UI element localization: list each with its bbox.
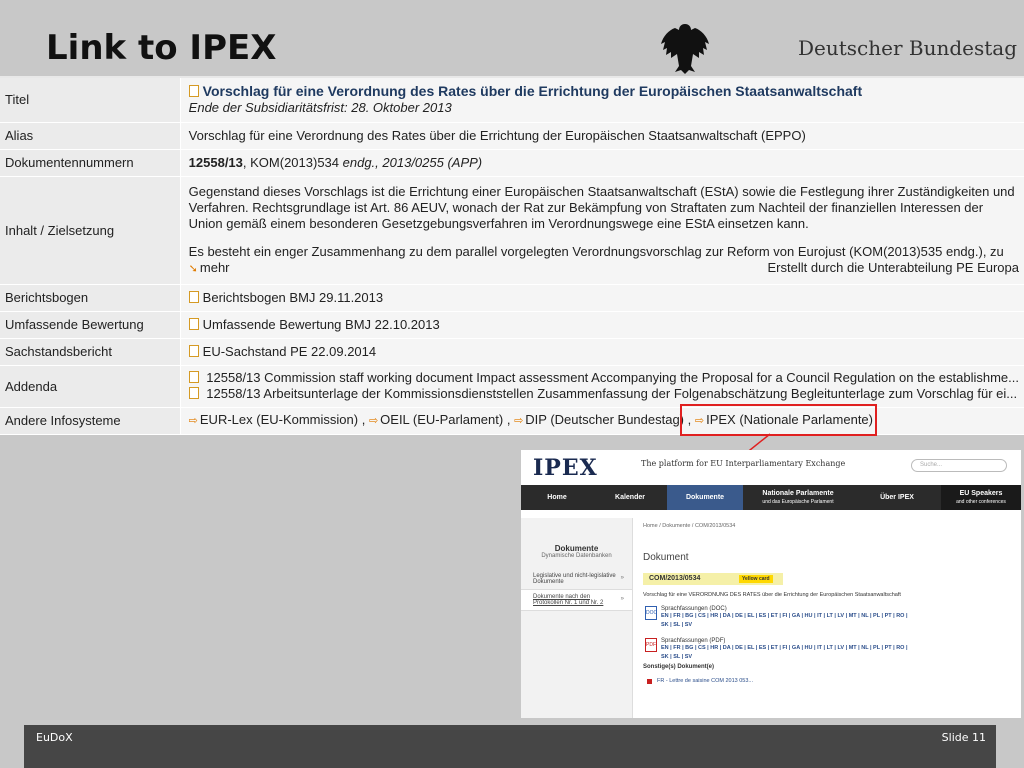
sidebar-item-legislative[interactable]: Legislative und nicht-legislative Dokume… [521,569,632,590]
ipex-screenshot: IPEX The platform for EU Interparliament… [521,450,1021,718]
organization-name: Deutscher Bundestag [798,36,1018,60]
row-label: Sachstandsbericht [0,338,181,366]
ipex-nav-speakers[interactable]: EU Speakers and other conferences [941,485,1021,510]
status-report-link[interactable]: EU-Sachstand PE 22.09.2014 [203,344,376,359]
addendum-link[interactable]: 12558/13 Commission staff working docume… [206,370,1019,385]
federal-eagle-icon [661,24,709,74]
chevron-right-icon: » [620,596,624,602]
footer-left: EuDoX [36,731,73,744]
table-row: Alias Vorschlag für eine Verordnung des … [0,122,1024,150]
content-paragraph: Gegenstand dieses Vorschlags ist die Err… [188,183,1015,231]
row-label: Inhalt / Zielsetzung [0,176,181,285]
created-by: Erstellt durch die Unterabteilung PE Eur… [767,259,1019,275]
slide-number: Slide 11 [941,731,986,744]
arrow-right-icon: ➘ [188,262,198,275]
ipex-nav-parliaments[interactable]: Nationale Parlamente und das Europäische … [743,485,853,510]
ipex-main: Home / Dokumente / COM/2013/0534 Dokumen… [643,518,1013,718]
referral-letter-link[interactable]: FR - Lettre de saisine COM 2013 053... [643,678,1013,684]
row-label: Titel [0,78,181,123]
table-row: Dokumentennummern 12558/13, KOM(2013)534… [0,149,1024,177]
external-link-icon: ⇨ [514,415,524,427]
table-row: Umfassende Bewertung Umfassende Bewertun… [0,311,1024,339]
ipex-nav-home[interactable]: Home [521,485,593,510]
alias-value: Vorschlag für eine Verordnung des Rates … [180,122,1024,150]
language-links[interactable]: SK | SL | SV [661,621,1013,630]
word-file-icon: DOC [645,606,657,620]
document-title-link[interactable]: Vorschlag für eine Verordnung des Rates … [203,83,862,99]
assessment-link[interactable]: Umfassende Bewertung BMJ 22.10.2013 [203,317,440,332]
dip-link[interactable]: DIP (Deutscher Bundestag) [525,412,684,427]
document-icon [188,85,199,98]
pdf-versions: PDF Sprachfassungen (PDF) EN | FR | BG |… [643,638,1013,662]
language-links[interactable]: SK | SL | SV [661,653,1013,662]
oeil-link[interactable]: OEIL (EU-Parlament) [380,412,503,427]
document-icon [188,317,199,330]
breadcrumb: Home / Dokumente / COM/2013/0534 [643,523,736,529]
content-paragraph: Es besteht ein enger Zusammenhang zu dem… [188,243,1004,259]
external-link-icon: ⇨ [188,415,198,427]
eurlex-link[interactable]: EUR-Lex (EU-Kommission) [200,412,358,427]
language-links[interactable]: EN | FR | BG | CS | HR | DA | DE | EL | … [661,612,1013,621]
ipex-nav-about[interactable]: Über IPEX [853,485,941,510]
language-links[interactable]: EN | FR | BG | CS | HR | DA | DE | EL | … [661,644,1013,653]
row-label: Berichtsbogen [0,284,181,312]
document-icon [188,290,199,303]
ipex-nav-calendar[interactable]: Kalender [593,485,667,510]
ipex-nav-bar: Home Kalender Dokumente Nationale Parlam… [521,485,1021,510]
pdf-file-icon: PDF [645,638,657,652]
row-label: Addenda [0,365,181,408]
doc-number-primary: 12558/13 [188,154,243,170]
report-link[interactable]: Berichtsbogen BMJ 29.11.2013 [203,290,383,305]
row-label: Umfassende Bewertung [0,311,181,339]
document-icon [188,344,199,357]
more-link[interactable]: ➘ mehr [189,260,230,277]
slide-footer: EuDoX Slide 11 [24,725,996,768]
addendum-link[interactable]: 12558/13 Arbeitsunterlage der Kommission… [206,386,1017,401]
slide-title: Link to IPEX [46,28,277,68]
doc-code-bar: COM/2013/0534 Yellow card [643,573,783,585]
chevron-right-icon: » [620,575,624,581]
sidebar-title: Dokumente [554,544,599,553]
table-row: Berichtsbogen Berichtsbogen BMJ 29.11.20… [0,284,1024,312]
ipex-nav-documents[interactable]: Dokumente [667,485,743,510]
ipex-header: IPEX The platform for EU Interparliament… [521,450,1021,485]
row-label: Andere Infosysteme [0,407,181,435]
page-heading: Dokument [643,552,689,563]
subsidiarity-deadline: Ende der Subsidiaritätsfrist: 28. Oktobe… [188,100,452,116]
ipex-sidebar: Dokumente Dynamische Datenbanken Legisla… [521,518,633,718]
row-label: Alias [0,122,181,150]
sidebar-item-protocols[interactable]: Dokumente nach den Protokollen Nr. 1 und… [521,590,632,611]
table-row: Titel Vorschlag für eine Verordnung des … [0,78,1024,123]
other-docs-heading: Sonstige(s) Dokument(e) [643,664,715,670]
yellow-card-badge: Yellow card [739,575,773,583]
document-metadata-table: Titel Vorschlag für eine Verordnung des … [0,78,1024,435]
ipex-search-input[interactable]: Suche... [911,459,1007,472]
table-row: Sachstandsbericht EU-Sachstand PE 22.09.… [0,338,1024,366]
doc-versions: DOC Sprachfassungen (DOC) EN | FR | BG |… [643,606,1013,630]
table-row: Inhalt / Zielsetzung Gegenstand dieses V… [0,176,1024,285]
row-label: Dokumentennummern [0,149,181,177]
doc-description: Vorschlag für eine VERORDNUNG DES RATES … [643,592,901,598]
document-icon [188,387,199,399]
ipex-tagline: The platform for EU Interparliamentary E… [641,459,846,468]
external-link-icon: ⇨ [368,415,379,427]
table-row: Addenda 12558/13 Commission staff workin… [0,365,1024,408]
document-icon [188,371,199,383]
ipex-logo: IPEX [533,455,598,481]
